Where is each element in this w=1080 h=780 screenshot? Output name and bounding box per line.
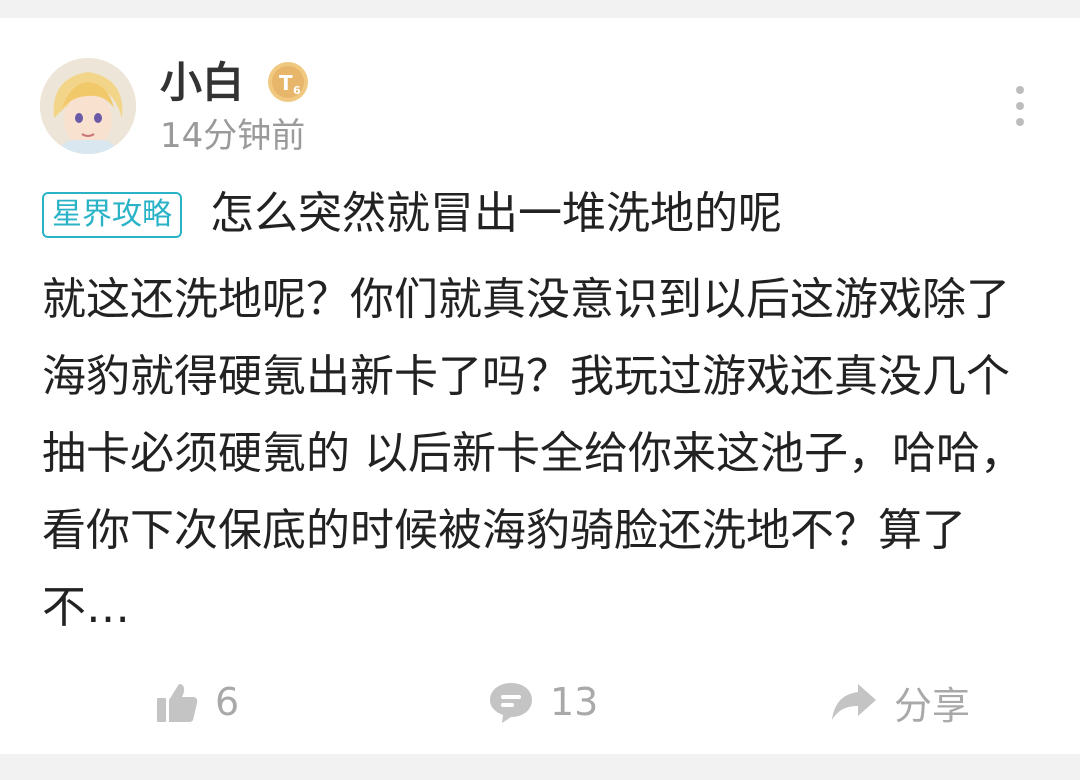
comment-button[interactable]: 13 [488,674,598,730]
anime-avatar-icon [40,58,136,154]
more-vertical-icon[interactable] [1008,86,1032,126]
author-avatar[interactable] [40,58,136,154]
more-dot [1016,86,1024,94]
share-arrow-icon [832,684,876,720]
post-actions-bar: 6 13 分享 [0,674,1080,730]
more-dot [1016,102,1024,110]
post-body[interactable]: 就这还洗地呢？你们就真没意识到以后这游戏除了海豹就得硬氪出新卡了吗？我玩过游戏还… [42,261,1042,646]
like-button[interactable]: 6 [155,674,239,730]
comment-bubble-icon [490,683,532,723]
post-title[interactable]: 怎么突然就冒出一堆洗地的呢 [210,184,782,244]
topic-tag[interactable]: 星界攻略 [42,192,182,238]
thumbs-up-icon [157,684,198,722]
comment-count: 13 [550,680,599,724]
svg-text:6: 6 [293,84,301,97]
post-timestamp: 14分钟前 [160,116,306,156]
share-button[interactable]: 分享 [830,674,970,730]
post-card[interactable]: 小白 T 6 14分钟前 星界攻略 怎么突然就冒出一堆洗地的呢 就这还洗地呢？你… [0,18,1080,754]
level-badge-icon: T 6 [266,60,310,104]
more-dot [1016,118,1024,126]
share-label: 分享 [894,683,971,728]
like-count: 6 [215,680,240,724]
author-name[interactable]: 小白 [160,58,244,108]
svg-text:T: T [279,71,293,95]
